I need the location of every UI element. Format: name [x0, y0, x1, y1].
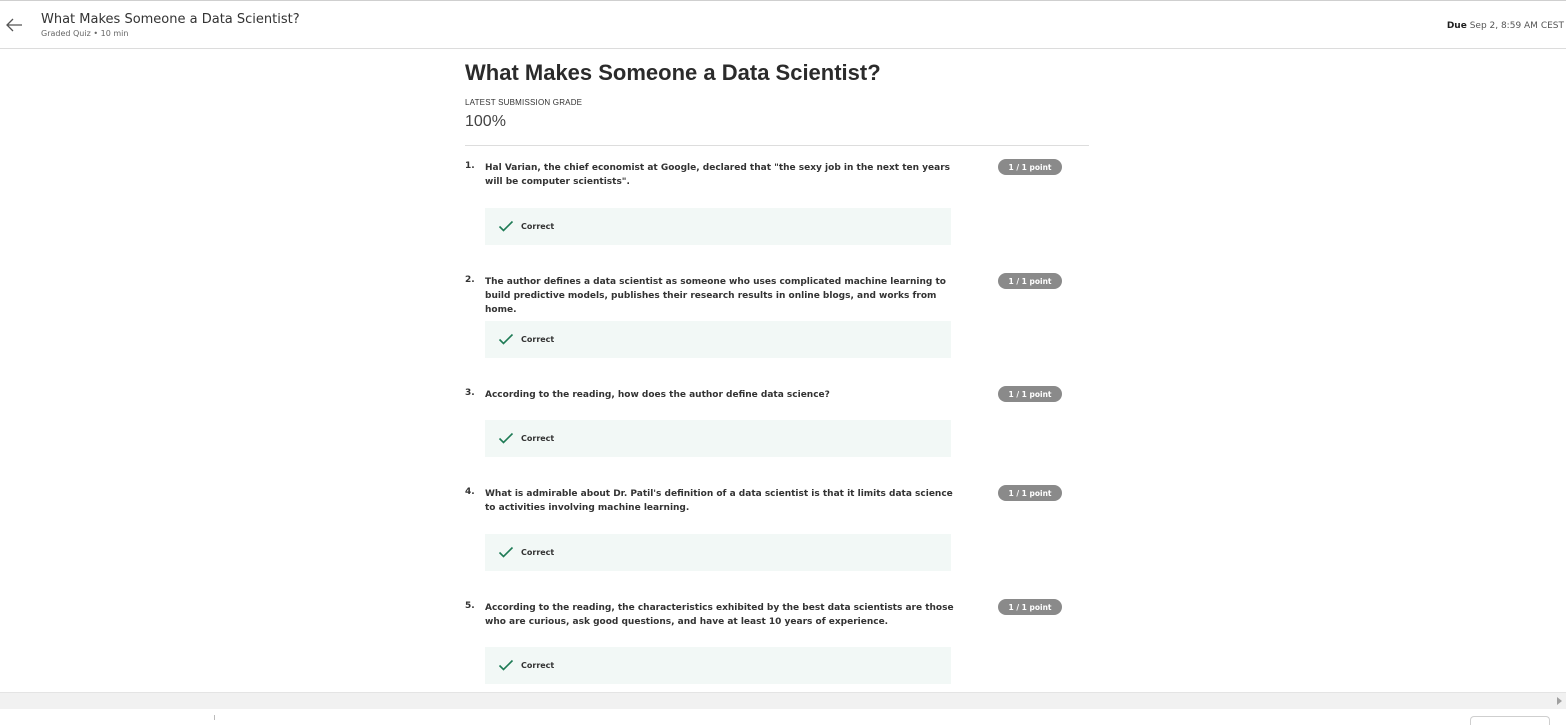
points-badge: 1 / 1 point	[998, 159, 1062, 175]
divider	[465, 145, 1089, 146]
scroll-right-icon[interactable]	[1557, 697, 1562, 705]
question-text: What is admirable about Dr. Patil's defi…	[485, 489, 953, 513]
grade-value: 100%	[465, 113, 506, 130]
question-number: 5.	[465, 601, 475, 611]
due-value: Sep 2, 8:59 AM CEST	[1469, 21, 1564, 31]
question-number: 2.	[465, 275, 475, 285]
quiz-header: What Makes Someone a Data Scientist? Gra…	[0, 0, 1566, 49]
grade-label: LATEST SUBMISSION GRADE	[465, 98, 583, 107]
feedback-box: Correct	[485, 321, 951, 358]
feedback-label: Correct	[521, 661, 555, 670]
question-number: 4.	[465, 487, 475, 497]
check-icon	[498, 432, 514, 444]
horizontal-scrollbar[interactable]	[0, 692, 1566, 709]
page-title: What Makes Someone a Data Scientist?	[465, 60, 881, 85]
check-icon	[498, 546, 514, 558]
check-icon	[498, 333, 514, 345]
points-badge: 1 / 1 point	[998, 273, 1062, 289]
bottom-action-button[interactable]	[1470, 716, 1550, 725]
feedback-label: Correct	[521, 434, 555, 443]
bottom-separator	[214, 715, 215, 720]
question-text: According to the reading, how does the a…	[485, 390, 830, 400]
question-text: The author defines a data scientist as s…	[485, 277, 946, 315]
feedback-label: Correct	[521, 222, 555, 231]
header-title: What Makes Someone a Data Scientist?	[41, 12, 300, 27]
question-text: According to the reading, the characteri…	[485, 603, 954, 627]
bottom-bar	[0, 709, 1566, 725]
question-number: 1.	[465, 161, 475, 171]
check-icon	[498, 220, 514, 232]
back-button[interactable]	[4, 15, 24, 35]
feedback-label: Correct	[521, 335, 555, 344]
feedback-box: Correct	[485, 420, 951, 457]
feedback-box: Correct	[485, 208, 951, 245]
feedback-box: Correct	[485, 647, 951, 684]
check-icon	[498, 659, 514, 671]
due-date: Due Sep 2, 8:59 AM CEST	[1447, 21, 1564, 31]
header-subtitle: Graded Quiz • 10 min	[41, 29, 129, 38]
question-number: 3.	[465, 388, 475, 398]
feedback-label: Correct	[521, 548, 555, 557]
arrow-left-icon	[6, 18, 22, 32]
due-label: Due	[1446, 21, 1467, 31]
question-text: Hal Varian, the chief economist at Googl…	[485, 163, 950, 187]
feedback-box: Correct	[485, 534, 951, 571]
points-badge: 1 / 1 point	[998, 599, 1062, 615]
points-badge: 1 / 1 point	[998, 485, 1062, 501]
points-badge: 1 / 1 point	[998, 386, 1062, 402]
